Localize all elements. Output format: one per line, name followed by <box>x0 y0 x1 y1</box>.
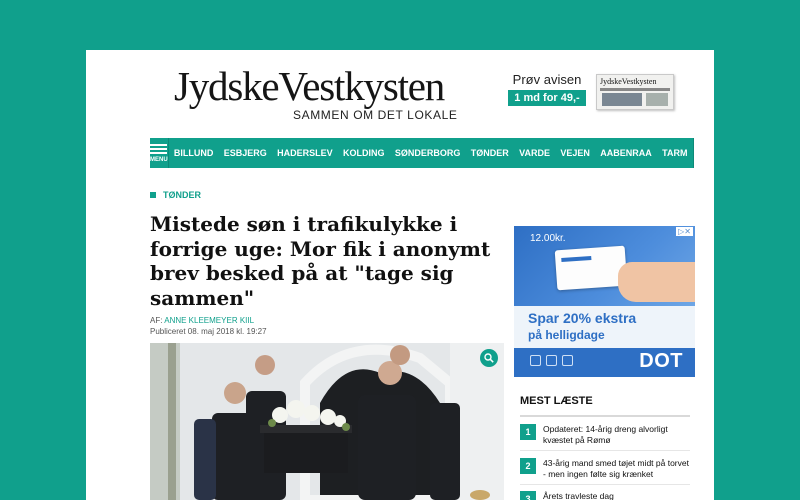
newspaper-thumbnail-title: JydskeVestkysten <box>600 77 657 86</box>
zoom-button[interactable] <box>480 349 498 367</box>
most-read-title[interactable]: 43-årig mand smed tøjet midt på torvet -… <box>543 458 692 480</box>
ad-card-image <box>554 245 628 291</box>
newspaper-thumbnail-photo <box>602 93 642 106</box>
hamburger-icon <box>150 143 168 146</box>
menu-button[interactable]: MENU <box>150 138 169 168</box>
nav-item-esbjerg[interactable]: ESBJERG <box>219 138 272 168</box>
byline-prefix: AF: <box>150 316 165 325</box>
metro-icon <box>562 355 573 366</box>
most-read-title[interactable]: Årets travleste dag <box>543 491 614 500</box>
newspaper-thumbnail-line <box>600 88 670 91</box>
nav-item-haderslev[interactable]: HADERSLEV <box>272 138 338 168</box>
most-read-divider <box>520 484 690 485</box>
ad-price: 12.00kr. <box>530 233 566 244</box>
most-read-item[interactable]: 3 Årets travleste dag <box>520 491 692 500</box>
most-read-number: 2 <box>520 458 536 474</box>
most-read-number: 3 <box>520 491 536 500</box>
site-tagline: SAMMEN OM DET LOKALE <box>293 108 458 122</box>
section-tag[interactable]: TØNDER <box>150 190 201 200</box>
nav-item-tonder[interactable]: TØNDER <box>466 138 514 168</box>
search-button[interactable] <box>692 138 712 168</box>
promo-offer-button[interactable]: 1 md for 49,- <box>508 90 586 106</box>
main-navigation: MENU BILLUND ESBJERG HADERSLEV KOLDING S… <box>150 138 711 168</box>
most-read-rule <box>520 415 690 417</box>
published-date: Publiceret 08. maj 2018 kl. 19:27 <box>150 327 267 336</box>
funeral-scene <box>150 343 504 500</box>
hamburger-icon <box>150 147 168 150</box>
most-read-divider <box>520 450 690 451</box>
site-logo[interactable]: JydskeVestkysten <box>174 62 445 110</box>
menu-label: MENU <box>150 156 168 163</box>
most-read-heading: MEST LÆSTE <box>520 395 593 407</box>
article-photo[interactable] <box>150 343 504 500</box>
ad-choices-icon[interactable]: ▷✕ <box>676 227 693 236</box>
promo-title[interactable]: Prøv avisen <box>508 72 586 87</box>
subscription-promo[interactable]: Prøv avisen 1 md for 49,- <box>508 72 586 106</box>
nav-item-sonderborg[interactable]: SØNDERBORG <box>390 138 466 168</box>
nav-items: BILLUND ESBJERG HADERSLEV KOLDING SØNDER… <box>169 138 693 168</box>
article-headline: Mistede søn i trafikulykke i forrige uge… <box>150 212 491 310</box>
nav-item-tarm[interactable]: TARM <box>657 138 693 168</box>
most-read-title[interactable]: Opdateret: 14-årig dreng alvorligt kvæst… <box>543 424 692 446</box>
news-page: JydskeVestkysten SAMMEN OM DET LOKALE Pr… <box>86 50 714 500</box>
author-link[interactable]: ANNE KLEEMEYER KIIL <box>164 316 254 325</box>
most-read-item[interactable]: 2 43-årig mand smed tøjet midt på torvet… <box>520 458 692 480</box>
newspaper-thumbnail[interactable]: JydskeVestkysten <box>596 74 674 110</box>
ad-hand-image <box>618 262 695 302</box>
most-read-item[interactable]: 1 Opdateret: 14-årig dreng alvorligt kvæ… <box>520 424 692 446</box>
nav-item-aabenraa[interactable]: AABENRAA <box>595 138 657 168</box>
search-icon <box>694 145 711 162</box>
ad-image: 12.00kr. <box>514 226 695 306</box>
section-square-icon <box>150 192 156 198</box>
nav-item-billund[interactable]: BILLUND <box>169 138 219 168</box>
bus-icon <box>530 355 541 366</box>
newspaper-thumbnail-photo-2 <box>646 93 668 106</box>
nav-item-vejen[interactable]: VEJEN <box>555 138 595 168</box>
zoom-icon <box>484 353 494 363</box>
ad-headline: Spar 20% ekstra <box>528 310 637 326</box>
ad-card-stripe <box>561 255 592 263</box>
ad-subline: på helligdage <box>528 328 605 342</box>
nav-item-varde[interactable]: VARDE <box>514 138 555 168</box>
advertisement[interactable]: 12.00kr. ▷✕ Spar 20% ekstra på helligdag… <box>514 226 695 377</box>
most-read-number: 1 <box>520 424 536 440</box>
train-icon <box>546 355 557 366</box>
byline: AF: ANNE KLEEMEYER KIIL <box>150 316 254 325</box>
ad-brand-logo: DOT <box>639 350 683 372</box>
ad-transport-icons <box>530 355 578 366</box>
section-label: TØNDER <box>163 190 201 200</box>
nav-item-kolding[interactable]: KOLDING <box>338 138 390 168</box>
hamburger-icon <box>150 151 168 154</box>
